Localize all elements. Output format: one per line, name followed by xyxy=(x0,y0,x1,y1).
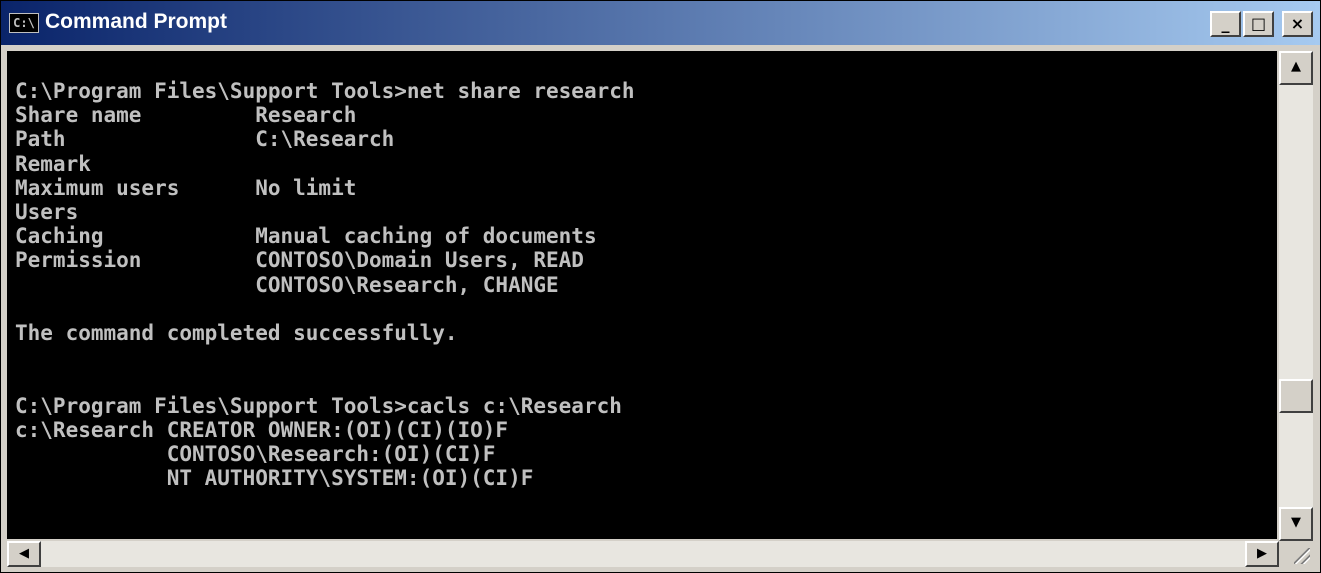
scroll-right-button[interactable]: ▶ xyxy=(1245,541,1279,567)
minimize-button[interactable]: _ xyxy=(1210,11,1241,37)
console-output[interactable]: C:\Program Files\Support Tools>net share… xyxy=(7,51,1277,539)
horizontal-scrollbar[interactable]: ◀ ▶ xyxy=(7,541,1279,567)
command-prompt-window: C:\ Command Prompt _ □ × C:\Program File… xyxy=(0,0,1321,573)
vertical-scroll-thumb[interactable] xyxy=(1279,379,1313,413)
console-text: C:\Program Files\Support Tools>net share… xyxy=(15,79,635,491)
resize-grip-icon xyxy=(1294,548,1310,564)
vertical-scrollbar[interactable]: ▲ ▼ xyxy=(1279,51,1313,541)
console-icon[interactable]: C:\ xyxy=(9,13,39,33)
title-bar[interactable]: C:\ Command Prompt _ □ × xyxy=(1,1,1320,45)
window-title: Command Prompt xyxy=(45,10,228,33)
scroll-up-button[interactable]: ▲ xyxy=(1279,51,1313,85)
close-button[interactable]: × xyxy=(1282,11,1313,37)
maximize-button[interactable]: □ xyxy=(1243,11,1274,37)
scroll-down-button[interactable]: ▼ xyxy=(1279,507,1313,541)
resize-grip[interactable] xyxy=(1281,543,1313,567)
scroll-left-button[interactable]: ◀ xyxy=(7,541,41,567)
